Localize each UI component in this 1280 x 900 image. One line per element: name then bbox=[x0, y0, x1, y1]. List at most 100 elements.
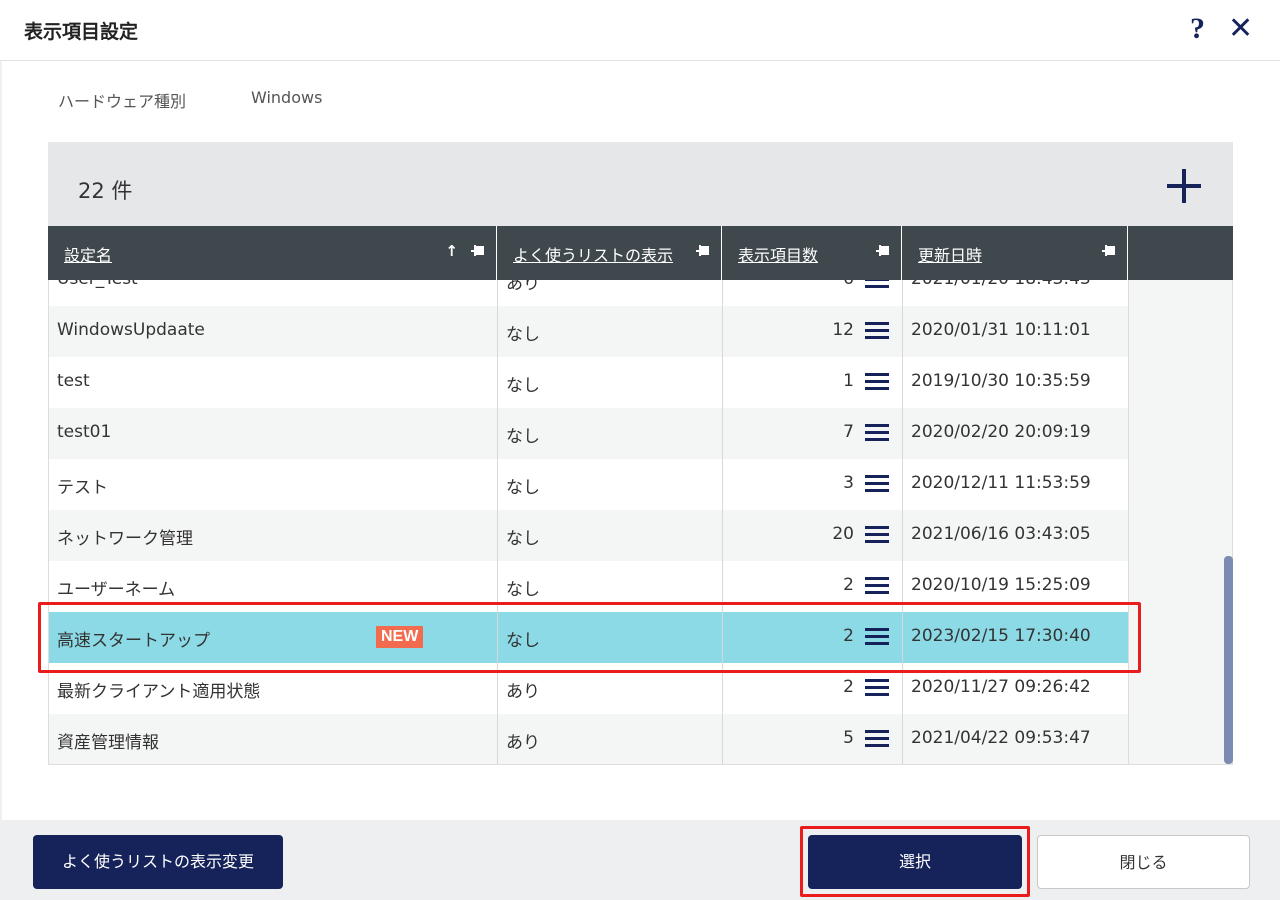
cell-setting-name-text: 資産管理情報 bbox=[57, 733, 159, 753]
cell-item-count-text: 3 bbox=[843, 473, 854, 493]
cell-setting-name: test bbox=[49, 357, 498, 408]
cell-favorite-text: なし bbox=[506, 376, 540, 396]
table-row-selected[interactable]: 高速スタートアップ NEW なし 2 2023/02/15 17:30:40 bbox=[49, 612, 1128, 663]
cell-setting-name: 資産管理情報 bbox=[49, 714, 498, 764]
cell-setting-name: ネットワーク管理 bbox=[49, 510, 498, 561]
cell-item-count: 1 bbox=[723, 357, 903, 408]
table-row[interactable]: test なし 1 2019/10/30 10:35:59 bbox=[49, 357, 1128, 408]
cell-updated-text: 2020/12/11 11:53:59 bbox=[911, 473, 1091, 493]
cell-item-count-text: 2 bbox=[843, 575, 854, 595]
column-label-favorite[interactable]: よく使うリストの表示 bbox=[513, 242, 673, 266]
cell-setting-name: 高速スタートアップ NEW bbox=[49, 612, 498, 663]
item-list-icon[interactable] bbox=[865, 321, 889, 341]
cell-setting-name-text: テスト bbox=[57, 478, 108, 498]
cell-favorite: あり bbox=[498, 280, 723, 306]
cell-item-count-text: 6 bbox=[843, 280, 854, 289]
cell-item-count: 3 bbox=[723, 459, 903, 510]
cell-updated-text: 2021/06/16 03:43:05 bbox=[911, 524, 1091, 544]
cell-updated: 2021/04/22 09:53:47 bbox=[903, 714, 1128, 764]
table-row[interactable]: ユーザーネーム なし 2 2020/10/19 15:25:09 bbox=[49, 561, 1128, 612]
cell-setting-name: WindowsUpdaate bbox=[49, 306, 498, 357]
cell-favorite-text: あり bbox=[506, 733, 540, 753]
close-icon[interactable]: ✕ bbox=[1228, 14, 1253, 44]
cell-favorite: なし bbox=[498, 510, 723, 561]
column-header-item-count[interactable]: 表示項目数 bbox=[722, 226, 902, 280]
cell-updated: 2023/02/15 17:30:40 bbox=[903, 612, 1128, 663]
cell-updated-text: 2020/11/27 09:26:42 bbox=[911, 677, 1091, 697]
record-count: 22 件 bbox=[78, 179, 133, 203]
table-row[interactable]: WindowsUpdaate なし 12 2020/01/31 10:11:01 bbox=[49, 306, 1128, 357]
cell-setting-name-text: ユーザーネーム bbox=[57, 580, 176, 600]
cell-item-count-text: 7 bbox=[843, 422, 854, 442]
cell-updated-text: 2021/01/20 18:43:43 bbox=[911, 280, 1091, 289]
cell-item-count-text: 2 bbox=[843, 677, 854, 697]
cell-item-count: 5 bbox=[723, 714, 903, 764]
cell-setting-name-text: 高速スタートアップ bbox=[57, 631, 210, 651]
pin-icon[interactable] bbox=[1101, 243, 1117, 259]
item-list-icon[interactable] bbox=[865, 576, 889, 596]
scrollbar-track[interactable] bbox=[1128, 280, 1233, 765]
add-icon[interactable] bbox=[1164, 166, 1204, 206]
column-header-setting-name[interactable]: 設定名 ↑ bbox=[48, 226, 497, 280]
cell-item-count: 2 bbox=[723, 612, 903, 663]
cell-updated: 2020/10/19 15:25:09 bbox=[903, 561, 1128, 612]
item-list-icon[interactable] bbox=[865, 627, 889, 647]
scrollbar-thumb[interactable] bbox=[1224, 556, 1233, 764]
column-label-item-count[interactable]: 表示項目数 bbox=[738, 242, 818, 266]
cell-updated: 2021/06/16 03:43:05 bbox=[903, 510, 1128, 561]
table-row[interactable]: User_Test あり 6 2021/01/20 18:43:43 bbox=[49, 280, 1128, 306]
cell-item-count: 2 bbox=[723, 561, 903, 612]
cell-updated-text: 2020/01/31 10:11:01 bbox=[911, 320, 1091, 340]
dialog-left-border bbox=[0, 61, 2, 900]
cell-item-count: 12 bbox=[723, 306, 903, 357]
table-body[interactable]: User_Test あり 6 2021/01/20 18:43:43 WindowsUp… bbox=[48, 280, 1128, 765]
item-list-icon[interactable] bbox=[865, 525, 889, 545]
cell-setting-name-text: User_Test bbox=[57, 280, 138, 289]
sort-ascending-icon[interactable]: ↑ bbox=[445, 242, 458, 260]
table-row[interactable]: ネットワーク管理 なし 20 2021/06/16 03:43:05 bbox=[49, 510, 1128, 561]
item-list-icon[interactable] bbox=[865, 729, 889, 749]
cell-setting-name-text: test01 bbox=[57, 422, 112, 442]
cell-setting-name-text: ネットワーク管理 bbox=[57, 529, 193, 549]
change-favorite-display-button[interactable]: よく使うリストの表示変更 bbox=[33, 835, 283, 889]
cell-favorite-text: なし bbox=[506, 325, 540, 345]
item-list-icon[interactable] bbox=[865, 474, 889, 494]
cell-favorite: なし bbox=[498, 612, 723, 663]
item-list-icon[interactable] bbox=[865, 372, 889, 392]
cell-setting-name: テスト bbox=[49, 459, 498, 510]
cell-favorite: なし bbox=[498, 357, 723, 408]
cell-item-count: 2 bbox=[723, 663, 903, 714]
cell-favorite: なし bbox=[498, 306, 723, 357]
help-icon[interactable]: ? bbox=[1190, 12, 1205, 46]
column-header-updated[interactable]: 更新日時 bbox=[902, 226, 1128, 280]
table-row[interactable]: 最新クライアント適用状態 あり 2 2020/11/27 09:26:42 bbox=[49, 663, 1128, 714]
table-row[interactable]: テスト なし 3 2020/12/11 11:53:59 bbox=[49, 459, 1128, 510]
column-label-setting-name[interactable]: 設定名 bbox=[64, 242, 112, 266]
cell-setting-name: 最新クライアント適用状態 bbox=[49, 663, 498, 714]
hardware-type-label: ハードウェア種別 bbox=[58, 92, 187, 111]
pin-icon[interactable] bbox=[875, 243, 891, 259]
pin-icon[interactable] bbox=[695, 243, 711, 259]
column-header-favorite[interactable]: よく使うリストの表示 bbox=[497, 226, 722, 280]
cell-favorite-text: なし bbox=[506, 580, 540, 600]
cell-setting-name: test01 bbox=[49, 408, 498, 459]
cell-favorite-text: あり bbox=[506, 280, 540, 294]
cell-updated-text: 2021/04/22 09:53:47 bbox=[911, 728, 1091, 748]
column-label-updated[interactable]: 更新日時 bbox=[918, 242, 982, 266]
select-button[interactable]: 選択 bbox=[808, 835, 1022, 889]
close-button[interactable]: 閉じる bbox=[1037, 835, 1250, 889]
item-list-icon[interactable] bbox=[865, 280, 889, 290]
cell-favorite: なし bbox=[498, 408, 723, 459]
table-row[interactable]: test01 なし 7 2020/02/20 20:09:19 bbox=[49, 408, 1128, 459]
cell-setting-name-text: test bbox=[57, 371, 90, 391]
cell-favorite: なし bbox=[498, 459, 723, 510]
table-row[interactable]: 資産管理情報 あり 5 2021/04/22 09:53:47 bbox=[49, 714, 1128, 764]
pin-icon[interactable] bbox=[470, 243, 486, 259]
cell-favorite: あり bbox=[498, 714, 723, 764]
cell-item-count: 7 bbox=[723, 408, 903, 459]
cell-setting-name-text: 最新クライアント適用状態 bbox=[57, 682, 261, 702]
item-list-icon[interactable] bbox=[865, 678, 889, 698]
cell-item-count-text: 5 bbox=[843, 728, 854, 748]
item-list-icon[interactable] bbox=[865, 423, 889, 443]
cell-updated: 2019/10/30 10:35:59 bbox=[903, 357, 1128, 408]
